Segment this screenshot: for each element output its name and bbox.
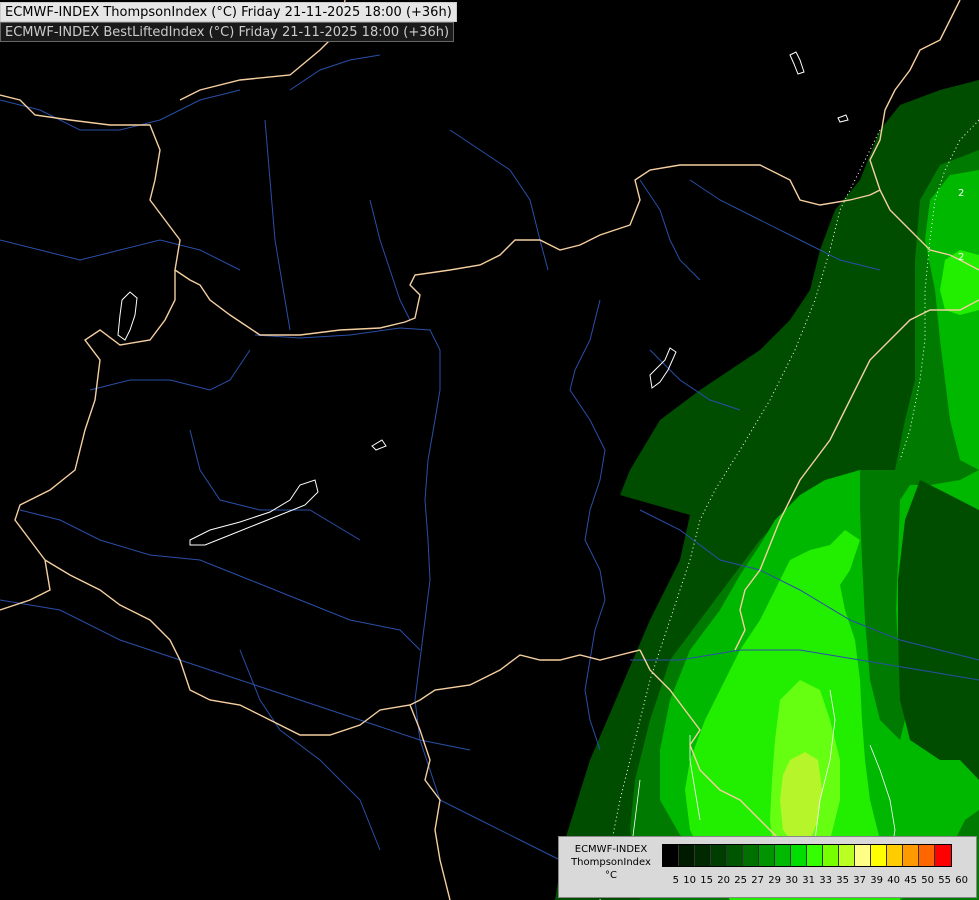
legend-tick: 5	[672, 875, 679, 886]
legend-swatch	[935, 845, 951, 866]
legend-tick: 39	[870, 875, 883, 886]
title-best-lifted-index: ECMWF-INDEX BestLiftedIndex (°C) Friday …	[0, 22, 455, 42]
legend-caption-unit: °C	[605, 870, 617, 881]
legend-tick: 20	[717, 875, 730, 886]
legend-swatch	[663, 845, 679, 866]
legend-tick-labels: 5 10 15 20 25 27 29 30 31 33 35 37 39 40 45 50 55 60	[662, 874, 968, 888]
legend-tick: 40	[887, 875, 900, 886]
title-thompson-index: ECMWF-INDEX ThompsonIndex (°C) Friday 21…	[0, 2, 457, 22]
legend-swatch	[903, 845, 919, 866]
legend-swatch	[775, 845, 791, 866]
contour-label-1: 2	[958, 188, 964, 199]
legend-color-bar	[662, 844, 952, 867]
legend-tick: 10	[683, 875, 696, 886]
legend-tick: 15	[700, 875, 713, 886]
weather-map: 2 2	[0, 0, 979, 900]
legend-tick: 37	[853, 875, 866, 886]
legend-tick: 60	[955, 875, 968, 886]
legend-swatch	[887, 845, 903, 866]
legend-tick: 55	[938, 875, 951, 886]
legend-tick: 35	[836, 875, 849, 886]
legend-swatch	[727, 845, 743, 866]
legend-tick: 29	[768, 875, 781, 886]
legend-caption-model: ECMWF-INDEX	[574, 844, 648, 855]
field-level-1b	[898, 480, 979, 780]
legend-swatch	[839, 845, 855, 866]
legend-swatch	[759, 845, 775, 866]
legend-swatch	[711, 845, 727, 866]
legend-swatch	[855, 845, 871, 866]
legend-caption: ECMWF-INDEX ThompsonIndex °C	[561, 843, 661, 882]
legend-swatch	[791, 845, 807, 866]
contour-label-2: 2	[958, 252, 964, 263]
legend-swatch	[743, 845, 759, 866]
legend-swatch	[823, 845, 839, 866]
legend-caption-index: ThompsonIndex	[571, 857, 651, 868]
legend-tick: 45	[904, 875, 917, 886]
legend-swatch	[695, 845, 711, 866]
legend-tick: 50	[921, 875, 934, 886]
legend-swatch	[807, 845, 823, 866]
legend-tick: 27	[751, 875, 764, 886]
legend-tick: 31	[802, 875, 815, 886]
legend-swatch	[679, 845, 695, 866]
color-legend: ECMWF-INDEX ThompsonIndex °C 5 10 15 20 25 27…	[558, 836, 977, 898]
legend-tick: 33	[819, 875, 832, 886]
legend-tick: 25	[734, 875, 747, 886]
legend-swatch	[871, 845, 887, 866]
legend-tick: 30	[785, 875, 798, 886]
legend-swatch	[919, 845, 935, 866]
